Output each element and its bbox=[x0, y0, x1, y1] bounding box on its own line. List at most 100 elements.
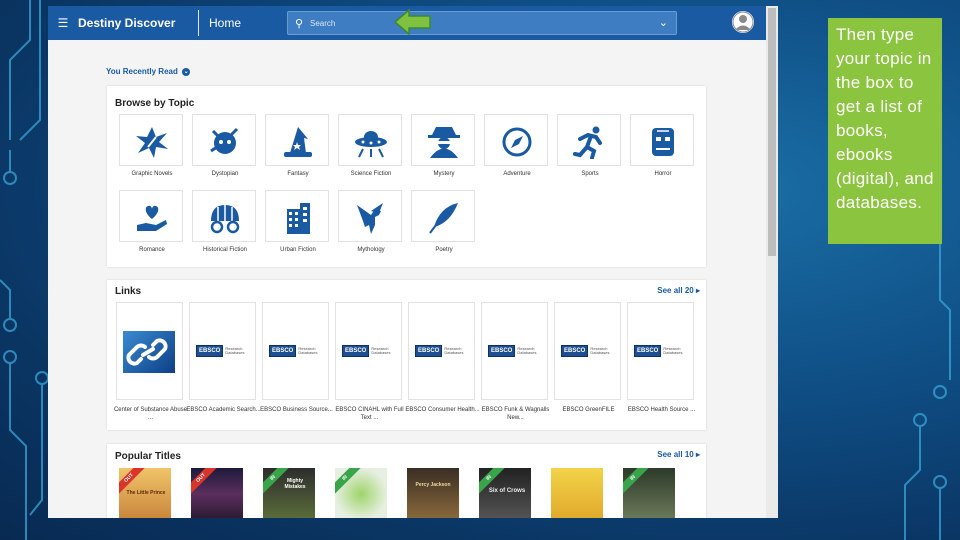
wizard-hat-icon bbox=[284, 127, 312, 157]
book-cover[interactable]: IN Six of Crows bbox=[479, 468, 531, 518]
ebsco-logo-text: EBSCO bbox=[415, 345, 443, 357]
search-bar[interactable]: ⚲ ⌄ bbox=[287, 11, 677, 35]
graphic-novels-icon bbox=[136, 127, 168, 158]
link-card[interactable]: EBSCO Research Databases EBSCO GreenFILE bbox=[554, 302, 621, 413]
topic-card[interactable]: Mystery bbox=[411, 114, 475, 177]
topic-card[interactable]: Poetry bbox=[411, 190, 475, 253]
ebsco-logo-text: EBSCO bbox=[634, 345, 662, 357]
link-label: EBSCO Consumer Health... bbox=[405, 407, 480, 413]
book-cover[interactable] bbox=[551, 468, 603, 518]
browse-by-topic-panel: Browse by Topic Graphic Novels Dystopian… bbox=[107, 86, 706, 267]
book-cover[interactable]: IN bbox=[335, 468, 387, 518]
brand-title[interactable]: Destiny Discover bbox=[78, 16, 198, 30]
book-title: The Little Prince bbox=[126, 490, 166, 496]
spy-icon bbox=[428, 127, 460, 158]
search-icon[interactable]: ⚲ bbox=[288, 17, 310, 30]
topic-card[interactable]: Sports bbox=[557, 114, 621, 177]
link-label: EBSCO Academic Search... bbox=[186, 407, 261, 413]
heart-hand-icon bbox=[137, 205, 167, 231]
topic-label: Poetry bbox=[435, 247, 453, 253]
link-card[interactable]: EBSCO Research Databases EBSCO Business S… bbox=[260, 302, 333, 413]
popular-titles-panel: Popular Titles See all 10 ▸ OUT The Litt… bbox=[107, 444, 706, 518]
topic-grid: Graphic Novels Dystopian Fantasy Science… bbox=[119, 114, 700, 253]
chevron-down-icon[interactable]: ⌄ bbox=[659, 16, 668, 29]
avatar[interactable] bbox=[732, 11, 754, 33]
compass-icon bbox=[502, 127, 532, 157]
wagon-icon bbox=[210, 205, 240, 234]
recently-read-label: You Recently Read bbox=[106, 67, 178, 76]
ebsco-logo: EBSCO Research Databases bbox=[634, 343, 689, 359]
book-cover[interactable]: IN bbox=[623, 468, 675, 518]
ebsco-logo: EBSCO Research Databases bbox=[196, 343, 251, 359]
scrollbar-thumb[interactable] bbox=[768, 8, 776, 256]
ebsco-subtitle: Research Databases bbox=[298, 345, 318, 355]
topic-label: Dystopian bbox=[211, 171, 239, 177]
link-card[interactable]: EBSCO Research Databases EBSCO Funk & Wag… bbox=[481, 302, 549, 421]
recently-read-toggle[interactable]: You Recently Read ⌄ bbox=[106, 67, 191, 76]
menu-icon[interactable]: ☰ bbox=[48, 16, 78, 30]
ebsco-logo-text: EBSCO bbox=[488, 345, 516, 357]
pegasus-icon bbox=[357, 203, 383, 234]
ebsco-subtitle: Research Databases bbox=[371, 345, 391, 355]
ebsco-subtitle: Research Databases bbox=[663, 345, 683, 355]
ebsco-logo: EBSCO Research Databases bbox=[269, 343, 324, 359]
home-link[interactable]: Home bbox=[209, 16, 287, 30]
topic-label: Romance bbox=[139, 247, 165, 253]
link-card[interactable]: EBSCO Research Databases EBSCO Consumer H… bbox=[405, 302, 480, 413]
topic-label: Graphic Novels bbox=[131, 171, 173, 177]
search-input[interactable] bbox=[310, 18, 640, 28]
quill-icon bbox=[429, 203, 458, 234]
book-cover[interactable]: OUT The Little Prince bbox=[119, 468, 171, 518]
scrollbar[interactable] bbox=[766, 6, 778, 518]
topic-card[interactable]: Horror bbox=[630, 114, 694, 177]
link-card[interactable]: Center of Substance Abuse ... bbox=[114, 302, 187, 421]
link-label: EBSCO GreenFILE bbox=[562, 407, 615, 413]
topic-card[interactable]: Graphic Novels bbox=[119, 114, 183, 177]
dystopian-icon bbox=[210, 127, 239, 154]
ebsco-logo-text: EBSCO bbox=[269, 345, 297, 357]
link-card[interactable]: EBSCO Research Databases EBSCO Health Sou… bbox=[627, 302, 695, 413]
topic-card[interactable]: Science Fiction bbox=[338, 114, 402, 177]
chain-link-icon bbox=[126, 338, 168, 366]
availability-ribbon: IN bbox=[623, 468, 650, 495]
topic-card[interactable]: Historical Fiction bbox=[192, 190, 256, 253]
see-all-titles-button[interactable]: See all 10 ▸ bbox=[657, 450, 700, 459]
book-cover[interactable]: Percy Jackson bbox=[407, 468, 459, 518]
ebsco-logo: EBSCO Research Databases bbox=[488, 343, 543, 359]
link-label: Center of Substance Abuse ... bbox=[113, 407, 188, 421]
ebsco-logo-text: EBSCO bbox=[196, 345, 224, 357]
browse-title: Browse by Topic bbox=[115, 98, 195, 109]
see-all-links-button[interactable]: See all 20 ▸ bbox=[657, 286, 700, 295]
popular-title: Popular Titles bbox=[115, 451, 181, 462]
topic-label: Mystery bbox=[433, 171, 455, 177]
chevron-down-icon[interactable]: ⌄ bbox=[182, 67, 191, 76]
ebsco-subtitle: Research Databases bbox=[517, 345, 537, 355]
runner-icon bbox=[573, 126, 602, 159]
topic-card[interactable]: Urban Fiction bbox=[265, 190, 329, 253]
topic-card[interactable]: Adventure bbox=[484, 114, 548, 177]
topic-card[interactable]: Mythology bbox=[338, 190, 402, 253]
links-title: Links bbox=[115, 286, 142, 297]
ebsco-subtitle: Research Databases bbox=[225, 345, 245, 355]
link-card[interactable]: EBSCO Research Databases EBSCO Academic S… bbox=[186, 302, 261, 413]
topic-card[interactable]: Dystopian bbox=[192, 114, 256, 177]
topic-label: Urban Fiction bbox=[280, 247, 316, 253]
topic-label: Mythology bbox=[357, 247, 385, 253]
book-cover[interactable]: OUT bbox=[191, 468, 243, 518]
topic-label: Historical Fiction bbox=[202, 247, 247, 253]
building-icon bbox=[287, 203, 310, 234]
monster-icon bbox=[652, 128, 674, 156]
book-title: Six of Crows bbox=[488, 488, 526, 494]
link-label: EBSCO CINAHL with Full Text ... bbox=[335, 407, 404, 421]
topic-label: Sports bbox=[581, 171, 599, 177]
book-row: OUT The Little Prince OUT IN Mighty Mist… bbox=[119, 468, 675, 518]
ebsco-logo: EBSCO Research Databases bbox=[415, 343, 470, 359]
instruction-caption: Then type your topic in the box to get a… bbox=[828, 18, 942, 244]
topic-card[interactable]: Romance bbox=[119, 190, 183, 253]
user-icon bbox=[732, 11, 754, 33]
link-card[interactable]: EBSCO Research Databases EBSCO CINAHL wit… bbox=[335, 302, 404, 421]
topic-card[interactable]: Fantasy bbox=[265, 114, 329, 177]
ebsco-logo-text: EBSCO bbox=[342, 345, 370, 357]
book-cover[interactable]: IN Mighty Mistakes bbox=[263, 468, 315, 518]
divider bbox=[198, 10, 199, 36]
